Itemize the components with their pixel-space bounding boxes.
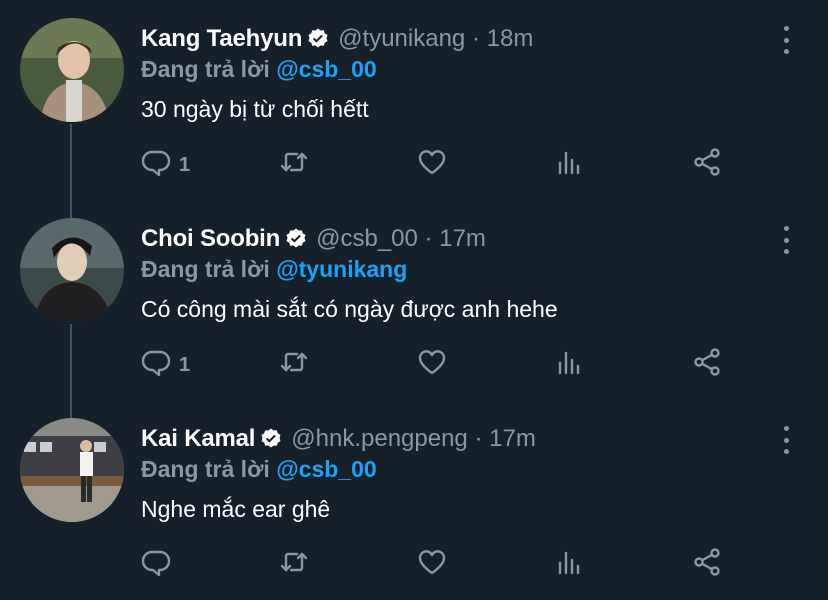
handle[interactable]: @csb_00 [316, 225, 418, 252]
analytics-button[interactable] [554, 145, 586, 185]
share-icon [691, 346, 723, 384]
avatar[interactable] [20, 18, 124, 122]
action-bar [141, 545, 741, 585]
like-icon [416, 346, 448, 384]
reply-button[interactable]: 1 [141, 145, 190, 185]
action-bar: 1 [141, 345, 741, 385]
tweet-text: 30 ngày bị từ chối hếtt [141, 96, 369, 122]
reply-icon [141, 546, 173, 584]
more-icon[interactable] [776, 26, 796, 54]
display-name[interactable]: Kai Kamal [141, 425, 255, 453]
mention-link[interactable]: @csb_00 [276, 456, 376, 482]
reply-prefix: Đang trả lời [141, 56, 270, 82]
timestamp[interactable]: 17m [489, 425, 536, 452]
share-button[interactable] [691, 545, 723, 585]
tweet-text: Nghe mắc ear ghê [141, 496, 331, 522]
like-icon [416, 146, 448, 184]
reply-count: 1 [179, 353, 191, 376]
retweet-button[interactable] [278, 345, 310, 385]
like-button[interactable] [416, 345, 448, 385]
tweet-text: Có công mài sắt có ngày được anh hehe [141, 296, 558, 322]
reply-count: 1 [179, 153, 191, 176]
handle[interactable]: @tyunikang [338, 25, 465, 52]
share-icon [691, 546, 723, 584]
share-icon [691, 146, 723, 184]
analytics-icon [554, 146, 586, 184]
analytics-button[interactable] [554, 345, 586, 385]
analytics-icon [554, 546, 586, 584]
separator: · [424, 225, 433, 252]
separator: · [474, 425, 483, 452]
reply-prefix: Đang trả lời [141, 456, 270, 482]
reply-button[interactable]: 1 [141, 345, 190, 385]
share-button[interactable] [691, 345, 723, 385]
tweet[interactable]: Kai Kamal @hnk.pengpeng · 17m Đang trả l… [0, 400, 828, 600]
tweet[interactable]: Kang Taehyun @tyunikang · 18m Đang trả l… [0, 0, 828, 200]
retweet-icon [278, 146, 310, 184]
retweet-icon [278, 546, 310, 584]
reply-icon [141, 346, 173, 384]
timestamp[interactable]: 18m [487, 25, 534, 52]
display-name[interactable]: Choi Soobin [141, 225, 280, 253]
analytics-button[interactable] [554, 545, 586, 585]
share-button[interactable] [691, 145, 723, 185]
reply-button[interactable] [141, 545, 179, 585]
like-icon [416, 546, 448, 584]
timestamp[interactable]: 17m [439, 225, 486, 252]
verified-icon [306, 27, 330, 51]
handle[interactable]: @hnk.pengpeng [291, 425, 468, 452]
retweet-button[interactable] [278, 145, 310, 185]
verified-icon [284, 227, 308, 251]
avatar[interactable] [20, 218, 124, 322]
separator: · [471, 25, 480, 52]
action-bar: 1 [141, 145, 741, 185]
verified-icon [259, 427, 283, 451]
like-button[interactable] [416, 145, 448, 185]
avatar[interactable] [20, 418, 124, 522]
analytics-icon [554, 346, 586, 384]
more-icon[interactable] [776, 426, 796, 454]
tweet[interactable]: Choi Soobin @csb_00 · 17m Đang trả lời @… [0, 200, 828, 400]
retweet-button[interactable] [278, 545, 310, 585]
like-button[interactable] [416, 545, 448, 585]
reply-prefix: Đang trả lời [141, 256, 270, 282]
display-name[interactable]: Kang Taehyun [141, 25, 302, 53]
reply-icon [141, 146, 173, 184]
mention-link[interactable]: @tyunikang [276, 256, 407, 282]
retweet-icon [278, 346, 310, 384]
more-icon[interactable] [776, 226, 796, 254]
mention-link[interactable]: @csb_00 [276, 56, 376, 82]
